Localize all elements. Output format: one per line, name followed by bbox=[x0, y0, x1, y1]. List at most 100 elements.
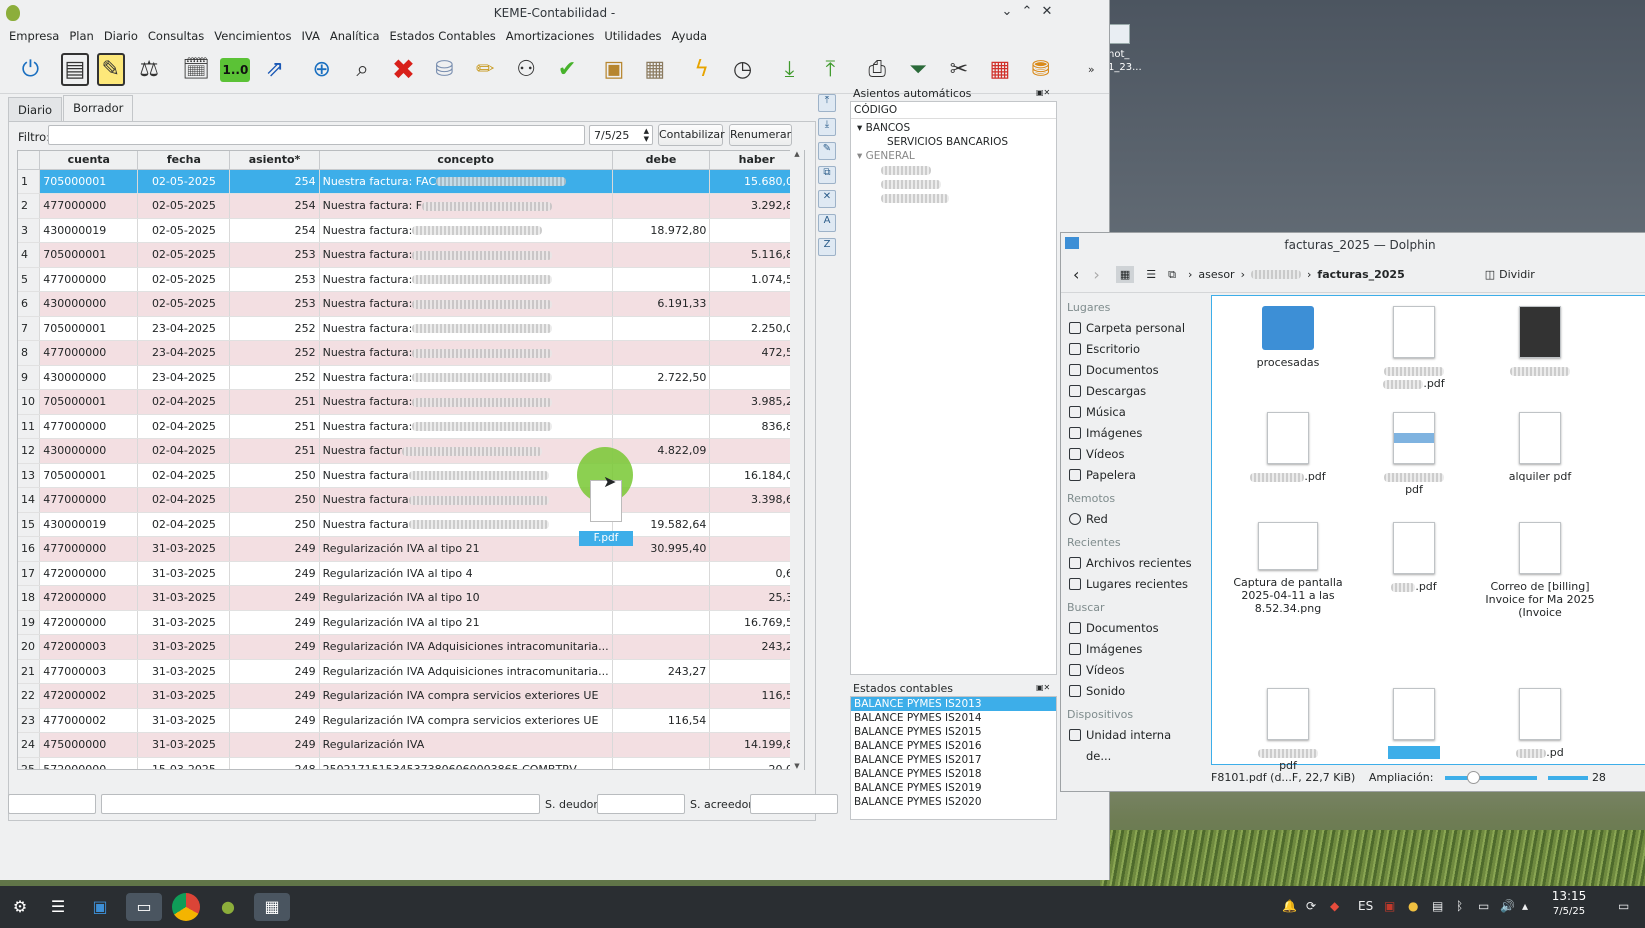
new-doc-icon[interactable]: ⊕ bbox=[305, 53, 338, 86]
cell-concepto[interactable]: Regularización IVA al tipo 21 bbox=[319, 610, 613, 635]
cell-cuenta[interactable]: 472000000 bbox=[39, 585, 139, 611]
menu-consultas[interactable]: Consultas bbox=[148, 29, 204, 43]
file-view[interactable]: procesadas .pdf .pdf pdf alquiler pdf Ca… bbox=[1211, 295, 1645, 772]
table-row[interactable]: 8 477000000 23-04-2025 252 Nuestra factura: 4… bbox=[18, 340, 804, 366]
cell-fecha[interactable]: 02-04-2025 bbox=[137, 389, 231, 415]
task-manager-icon[interactable]: ☰ bbox=[44, 893, 72, 921]
cell-cuenta[interactable]: 475000000 bbox=[39, 732, 139, 758]
row-number[interactable]: 16 bbox=[18, 536, 41, 562]
calendar-doc-icon[interactable]: 🗓 bbox=[180, 53, 213, 86]
file-item[interactable]: alquiler pdf bbox=[1480, 412, 1600, 483]
cell-cuenta[interactable]: 572000000 bbox=[39, 757, 139, 769]
date-field[interactable]: 7/5/25 ▲ ▼ bbox=[589, 125, 653, 145]
cell-fecha[interactable]: 02-05-2025 bbox=[137, 193, 231, 219]
table-row[interactable]: 20 472000003 31-03-2025 249 Regularización I… bbox=[18, 634, 804, 660]
cell-concepto[interactable]: Nuestra factur bbox=[319, 438, 613, 464]
file-item[interactable]: Correo de [billing] Invoice for Ma 2025 … bbox=[1480, 522, 1600, 619]
split-view-icon[interactable]: ⧉ bbox=[1168, 268, 1176, 282]
cell-concepto[interactable]: Regularización IVA compra servicios exte… bbox=[319, 708, 613, 733]
cell-asiento[interactable]: 254 bbox=[229, 169, 320, 194]
zoom-slider[interactable] bbox=[1444, 771, 1537, 784]
table-row[interactable]: 12 430000000 02-04-2025 251 Nuestra factur 4.… bbox=[18, 438, 804, 464]
icons-view-icon[interactable]: ▦ bbox=[1115, 266, 1135, 283]
menu-vencimientos[interactable]: Vencimientos bbox=[214, 29, 291, 43]
dolphin-title[interactable]: facturas_2025 — Dolphin bbox=[1061, 233, 1645, 257]
cell-debe[interactable] bbox=[612, 732, 711, 758]
cell-asiento[interactable]: 249 bbox=[229, 634, 320, 660]
cell-asiento[interactable]: 248 bbox=[229, 757, 320, 769]
cell-fecha[interactable]: 23-04-2025 bbox=[137, 365, 231, 390]
row-number[interactable]: 22 bbox=[18, 683, 41, 709]
tree-servicios-bancarios[interactable]: SERVICIOS BANCARIOS bbox=[851, 135, 1056, 149]
tree-item-blurred[interactable] bbox=[851, 163, 1056, 177]
row-number[interactable]: 6 bbox=[18, 291, 41, 317]
cell-fecha[interactable]: 31-03-2025 bbox=[137, 708, 231, 733]
spin-icon[interactable]: ▲ ▼ bbox=[644, 127, 649, 143]
monitor-icon[interactable]: ▣ bbox=[1384, 899, 1395, 913]
book-icon[interactable]: ▤ bbox=[60, 53, 89, 86]
cell-fecha[interactable]: 02-04-2025 bbox=[137, 414, 231, 439]
cell-asiento[interactable]: 250 bbox=[229, 512, 320, 537]
menu-empresa[interactable]: Empresa bbox=[9, 29, 59, 43]
display-icon[interactable]: ▭ bbox=[1478, 899, 1489, 913]
cell-asiento[interactable]: 253 bbox=[229, 242, 320, 268]
table-row[interactable]: 10 705000001 02-04-2025 251 Nuestra factura:… bbox=[18, 389, 804, 415]
place-imagenes[interactable]: Imágenes bbox=[1061, 423, 1199, 444]
place-papelera[interactable]: Papelera bbox=[1061, 465, 1199, 486]
table-row[interactable]: 18 472000000 31-03-2025 249 Regularización I… bbox=[18, 585, 804, 611]
cell-cuenta[interactable]: 705000001 bbox=[39, 389, 139, 415]
row-number[interactable]: 3 bbox=[18, 218, 41, 243]
cell-concepto[interactable]: Nuestra factura: bbox=[319, 291, 613, 317]
table-row[interactable]: 13 705000001 02-04-2025 250 Nuestra factura 1… bbox=[18, 463, 804, 488]
row-number[interactable]: 7 bbox=[18, 316, 41, 341]
cell-asiento[interactable]: 249 bbox=[229, 708, 320, 733]
copy-entry-icon[interactable]: ⧉ bbox=[818, 166, 836, 184]
cell-cuenta[interactable]: 705000001 bbox=[39, 316, 139, 341]
row-number[interactable]: 24 bbox=[18, 732, 41, 758]
cell-concepto[interactable]: Regularización IVA Adquisiciones intraco… bbox=[319, 634, 613, 660]
cell-cuenta[interactable]: 472000003 bbox=[39, 634, 139, 660]
upload-icon[interactable]: ⤒ bbox=[814, 53, 847, 86]
table-row[interactable]: 3 430000019 02-05-2025 254 Nuestra factura: 1… bbox=[18, 218, 804, 243]
row-number[interactable]: 4 bbox=[18, 242, 41, 268]
table-row[interactable]: 5 477000000 02-05-2025 253 Nuestra factura: 1… bbox=[18, 267, 804, 292]
tools-icon[interactable]: ✂ bbox=[943, 53, 976, 86]
col-fecha[interactable]: fecha bbox=[137, 151, 231, 170]
files-icon[interactable]: ▣ bbox=[86, 893, 114, 921]
cell-concepto[interactable]: Regularización IVA Adquisiciones intraco… bbox=[319, 659, 613, 684]
breadcrumb-facturas[interactable]: facturas_2025 bbox=[1317, 268, 1404, 281]
cell-fecha[interactable]: 31-03-2025 bbox=[137, 732, 231, 758]
cell-asiento[interactable]: 250 bbox=[229, 463, 320, 488]
cell-fecha[interactable]: 31-03-2025 bbox=[137, 659, 231, 684]
toolbar-overflow-icon[interactable]: » bbox=[1081, 53, 1101, 86]
table-row[interactable]: 17 472000000 31-03-2025 249 Regularización I… bbox=[18, 561, 804, 586]
cell-asiento[interactable]: 251 bbox=[229, 389, 320, 415]
cell-fecha[interactable]: 31-03-2025 bbox=[137, 634, 231, 660]
download-icon[interactable]: ⤓ bbox=[773, 53, 806, 86]
cell-asiento[interactable]: 253 bbox=[229, 291, 320, 317]
print-icon[interactable]: ⎙ bbox=[861, 53, 894, 86]
search-icon[interactable]: ⌕ bbox=[346, 53, 379, 86]
row-number[interactable]: 15 bbox=[18, 512, 41, 537]
cell-concepto[interactable]: Nuestra factura: bbox=[319, 389, 613, 415]
cell-concepto[interactable]: Nuestra factura bbox=[319, 463, 613, 488]
calendar-icon[interactable]: ▦ bbox=[983, 53, 1016, 86]
table-row[interactable]: 24 475000000 31-03-2025 249 Regularización I… bbox=[18, 732, 804, 758]
cell-fecha[interactable]: 02-05-2025 bbox=[137, 267, 231, 292]
place-escritorio[interactable]: Escritorio bbox=[1061, 339, 1199, 360]
cell-cuenta[interactable]: 430000000 bbox=[39, 365, 139, 390]
cell-asiento[interactable]: 250 bbox=[229, 487, 320, 513]
estado-item[interactable]: BALANCE PYMES IS2016 bbox=[851, 739, 1056, 753]
cell-cuenta[interactable]: 430000019 bbox=[39, 512, 139, 537]
language-indicator[interactable]: ES bbox=[1358, 899, 1373, 913]
cell-fecha[interactable]: 02-05-2025 bbox=[137, 291, 231, 317]
search-videos[interactable]: Vídeos bbox=[1061, 660, 1199, 681]
menu-amortizaciones[interactable]: Amortizaciones bbox=[506, 29, 595, 43]
col-debe[interactable]: debe bbox=[612, 151, 711, 170]
file-item[interactable] bbox=[1480, 306, 1600, 377]
search-sonido[interactable]: Sonido bbox=[1061, 681, 1199, 702]
app-launcher-icon[interactable]: ⚙ bbox=[6, 893, 34, 921]
counter-icon[interactable]: 1..0 bbox=[220, 57, 251, 82]
cell-debe[interactable]: 243,27 bbox=[612, 659, 711, 684]
table-row[interactable]: 16 477000000 31-03-2025 249 Regularización I… bbox=[18, 536, 804, 562]
